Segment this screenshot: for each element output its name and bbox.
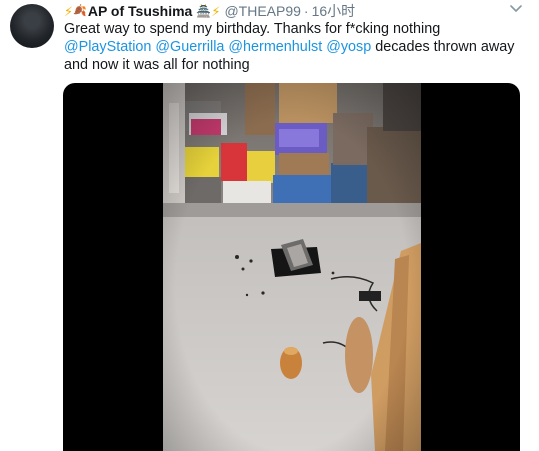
mention-yosp[interactable]: @yosp: [326, 39, 371, 55]
tweet-text-line-1: Great way to spend my birthday. Thanks f…: [64, 21, 441, 37]
leaf-icon: 🍂: [73, 4, 87, 17]
tweet-header: ⚡ 🍂 AP of Tsushima 🏯 ⚡ @THEAP99 · 16小时: [64, 2, 355, 20]
video-player[interactable]: [63, 83, 520, 451]
avatar[interactable]: [10, 4, 54, 48]
castle-icon: 🏯: [196, 4, 212, 18]
lightning-icon: ⚡: [64, 3, 74, 19]
mention-hermenhulst[interactable]: @hermenhulst: [228, 39, 322, 55]
lightning-icon: ⚡: [211, 3, 221, 19]
mention-guerrilla[interactable]: @Guerrilla: [155, 39, 224, 55]
chevron-down-icon[interactable]: [509, 2, 523, 16]
mention-playstation[interactable]: @PlayStation: [64, 39, 151, 55]
author-handle[interactable]: @THEAP99: [224, 3, 300, 19]
video-thumbnail: [163, 83, 421, 451]
tweet-text: Great way to spend my birthday. Thanks f…: [64, 20, 526, 74]
tweet-timestamp[interactable]: 16小时: [312, 1, 356, 21]
separator-dot: ·: [303, 3, 309, 19]
author-display-name[interactable]: AP of Tsushima: [88, 3, 193, 19]
tweet-text-after-mentions: decades thrown away: [375, 39, 515, 55]
tweet-text-line-3: and now it was all for nothing: [64, 57, 250, 73]
